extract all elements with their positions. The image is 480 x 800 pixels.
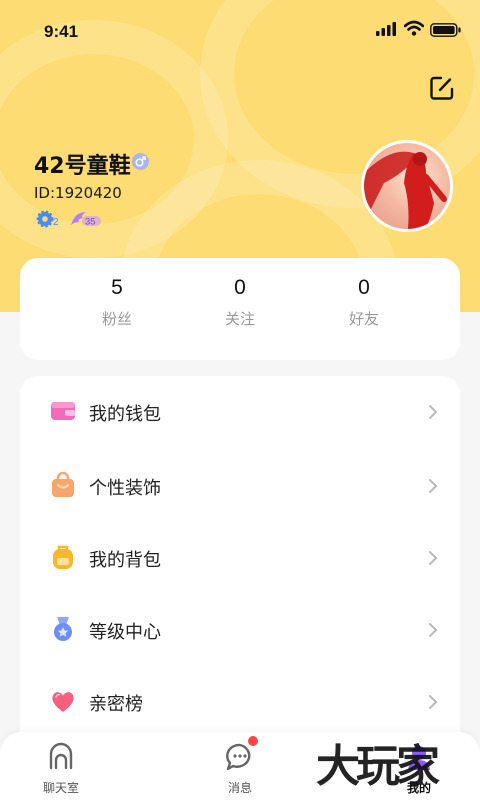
- message-icon: [226, 743, 251, 771]
- heart-icon: [52, 692, 74, 712]
- user-nickname: 42号童鞋: [34, 154, 131, 179]
- wing-badge-value: 35: [85, 217, 96, 228]
- male-icon: [132, 153, 149, 170]
- menu-label: 亲密榜: [89, 694, 143, 715]
- level-gear-icon: 2: [36, 210, 59, 228]
- chevron-right-icon: [429, 405, 438, 419]
- watermark-text: 大玩家: [316, 741, 440, 792]
- stat-value: 5: [111, 276, 123, 299]
- stat-value: 0: [234, 276, 246, 299]
- menu-item-backpack[interactable]: 我的背包: [20, 522, 460, 594]
- menu-item-wallet[interactable]: 我的钱包: [20, 376, 460, 448]
- menu-item-level-center[interactable]: 等级中心: [20, 594, 460, 666]
- stat-value: 0: [358, 276, 370, 299]
- stat-label: 粉丝: [101, 310, 132, 328]
- stat-label: 好友: [348, 310, 379, 328]
- chevron-right-icon: [429, 479, 438, 493]
- edit-profile-icon[interactable]: [428, 74, 456, 102]
- user-id: ID:1920420: [34, 184, 122, 202]
- level-badge-value: 2: [53, 217, 59, 228]
- menu-item-intimacy-ranking[interactable]: 亲密榜: [20, 666, 460, 738]
- signal-icon: [376, 22, 396, 36]
- backpack-icon: [53, 545, 73, 569]
- chevron-right-icon: [429, 623, 438, 637]
- nav-tab-chatroom[interactable]: 聊天室: [16, 742, 106, 796]
- chevron-right-icon: [429, 551, 438, 565]
- menu-label: 我的背包: [89, 550, 161, 571]
- menu-label: 等级中心: [89, 622, 161, 643]
- stat-label: 关注: [224, 310, 255, 328]
- medal-icon: [54, 617, 72, 641]
- status-time: 9:41: [44, 22, 79, 41]
- chatroom-icon: [49, 742, 73, 770]
- shopping-bag-icon: [52, 472, 74, 497]
- wifi-icon: [404, 20, 424, 36]
- menu-label: 我的钱包: [89, 404, 161, 425]
- stat-fans[interactable]: 5 粉丝: [57, 276, 177, 329]
- menu-label: 个性装饰: [89, 478, 161, 499]
- nav-label: 聊天室: [42, 781, 79, 795]
- unread-dot: [248, 736, 258, 746]
- stats-card: 5 粉丝 0 关注 0 好友: [20, 258, 460, 360]
- wing-badge-icon: 35: [71, 212, 101, 228]
- menu-item-decorations[interactable]: 个性装饰: [20, 450, 460, 522]
- menu-card: 我的钱包 个性装饰 我的背包 等级中心 亲密榜: [20, 376, 460, 756]
- nav-tab-messages[interactable]: 消息: [195, 742, 285, 796]
- avatar[interactable]: [361, 140, 453, 232]
- status-bar: 9:41: [0, 0, 480, 62]
- chevron-right-icon: [429, 695, 438, 709]
- wallet-icon: [51, 402, 75, 420]
- stat-following[interactable]: 0 关注: [180, 276, 300, 329]
- nav-label: 消息: [227, 781, 252, 795]
- wing-badge: 35: [70, 210, 102, 232]
- level-badge: 2: [36, 210, 66, 232]
- stat-friends[interactable]: 0 好友: [304, 276, 424, 329]
- battery-icon: [430, 23, 461, 37]
